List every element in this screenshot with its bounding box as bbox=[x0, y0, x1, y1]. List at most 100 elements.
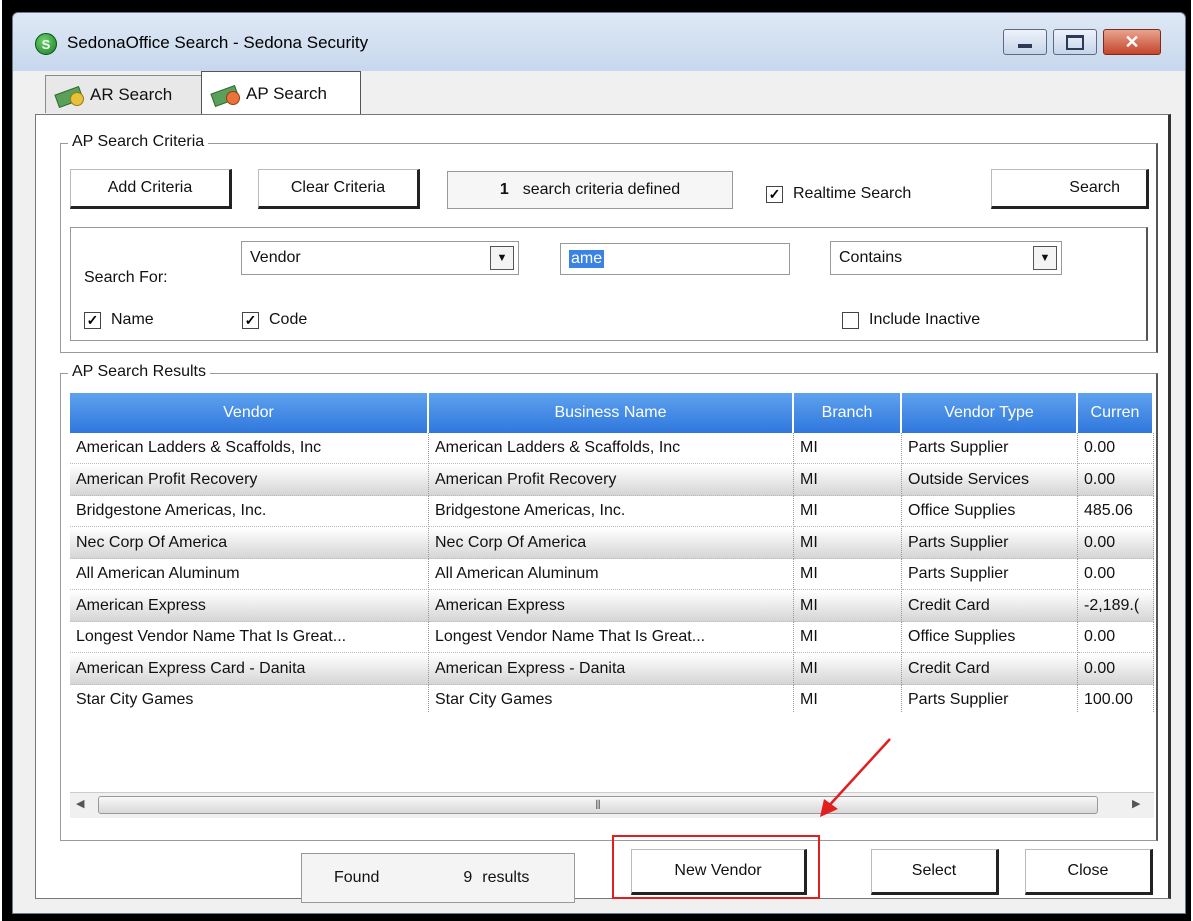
sedona-app-icon: S bbox=[35, 33, 57, 55]
checkbox-unchecked-icon bbox=[842, 311, 859, 329]
search-button[interactable]: Search bbox=[991, 169, 1149, 209]
table-cell: MI bbox=[794, 559, 902, 590]
table-row[interactable]: Longest Vendor Name That Is Great... Long… bbox=[70, 622, 1154, 653]
search-for-label: Search For: bbox=[84, 269, 168, 286]
results-count-display: Found 9 results bbox=[301, 853, 575, 903]
table-row[interactable]: All American Aluminum All American Alumin… bbox=[70, 559, 1154, 590]
table-cell: Credit Card bbox=[902, 653, 1078, 685]
title-bar[interactable]: S SedonaOffice Search - Sedona Security … bbox=[13, 13, 1185, 71]
column-header[interactable]: Branch bbox=[794, 393, 902, 433]
add-criteria-button[interactable]: Add Criteria bbox=[70, 169, 232, 209]
results-grid[interactable]: Vendor Business Name Branch Vendor Type Curr… bbox=[70, 393, 1154, 713]
annotation-arrow-icon bbox=[820, 738, 891, 817]
criteria-count-display: 1 search criteria defined bbox=[447, 171, 733, 209]
table-cell: American Profit Recovery bbox=[70, 464, 429, 496]
table-cell: Longest Vendor Name That Is Great... bbox=[429, 622, 794, 653]
money-icon bbox=[54, 84, 84, 108]
found-label: Found bbox=[334, 869, 380, 886]
chevron-down-icon[interactable]: ▼ bbox=[490, 246, 514, 270]
table-cell: 0.00 bbox=[1078, 653, 1154, 685]
table-row[interactable]: American Express Card - Danita American E… bbox=[70, 653, 1154, 685]
table-cell: MI bbox=[794, 653, 902, 685]
table-row[interactable]: Bridgestone Americas, Inc. Bridgestone Am… bbox=[70, 496, 1154, 527]
criteria-count-text: search criteria defined bbox=[522, 181, 681, 198]
table-cell: MI bbox=[794, 496, 902, 527]
table-cell: Office Supplies bbox=[902, 622, 1078, 653]
table-cell: Office Supplies bbox=[902, 496, 1078, 527]
table-cell: American Ladders & Scaffolds, Inc bbox=[429, 433, 794, 464]
table-cell: Star City Games bbox=[70, 685, 429, 713]
code-checkbox-label: Code bbox=[269, 311, 308, 328]
search-text-value: ame bbox=[569, 250, 605, 268]
table-cell: All American Aluminum bbox=[70, 559, 429, 590]
table-cell: American Profit Recovery bbox=[429, 464, 794, 496]
scroll-left-icon[interactable]: ◀ bbox=[76, 797, 84, 810]
table-cell: Star City Games bbox=[429, 685, 794, 713]
table-cell: MI bbox=[794, 590, 902, 622]
table-cell: Bridgestone Americas, Inc. bbox=[429, 496, 794, 527]
table-cell: MI bbox=[794, 433, 902, 464]
checkbox-checked-icon: ✓ bbox=[766, 185, 783, 203]
table-cell: -2,189.( bbox=[1078, 590, 1154, 622]
table-row[interactable]: American Ladders & Scaffolds, Inc America… bbox=[70, 433, 1154, 464]
table-cell: American Express - Danita bbox=[429, 653, 794, 685]
close-button[interactable]: Close bbox=[1025, 849, 1153, 895]
tab-ar-search[interactable]: AR Search bbox=[45, 75, 205, 113]
table-cell: 0.00 bbox=[1078, 527, 1154, 559]
realtime-search-checkbox[interactable]: ✓ Realtime Search bbox=[766, 185, 911, 203]
table-cell: Nec Corp Of America bbox=[429, 527, 794, 559]
scroll-thumb[interactable]: ⦀ bbox=[98, 796, 1098, 814]
checkbox-checked-icon: ✓ bbox=[242, 311, 259, 329]
minimize-button[interactable] bbox=[1003, 29, 1047, 55]
include-inactive-checkbox[interactable]: Include Inactive bbox=[842, 311, 980, 329]
horizontal-scrollbar[interactable]: ◀ ⦀ ▶ bbox=[70, 792, 1154, 818]
table-cell: 0.00 bbox=[1078, 559, 1154, 590]
scroll-right-icon[interactable]: ▶ bbox=[1132, 797, 1140, 810]
table-cell: American Express bbox=[70, 590, 429, 622]
clear-criteria-button[interactable]: Clear Criteria bbox=[258, 169, 420, 209]
minimize-icon bbox=[1018, 44, 1032, 48]
match-type-dropdown[interactable]: Contains ▼ bbox=[830, 241, 1062, 275]
column-header[interactable]: Vendor Type bbox=[902, 393, 1078, 433]
table-cell: Parts Supplier bbox=[902, 433, 1078, 464]
table-cell: MI bbox=[794, 527, 902, 559]
column-header[interactable]: Business Name bbox=[429, 393, 794, 433]
table-row[interactable]: Nec Corp Of America Nec Corp Of America MI… bbox=[70, 527, 1154, 559]
column-header[interactable]: Curren bbox=[1078, 393, 1154, 433]
tab-ap-search[interactable]: AP Search bbox=[201, 71, 361, 115]
table-cell: 0.00 bbox=[1078, 464, 1154, 496]
table-cell: American Express Card - Danita bbox=[70, 653, 429, 685]
table-cell: MI bbox=[794, 464, 902, 496]
table-cell: Longest Vendor Name That Is Great... bbox=[70, 622, 429, 653]
table-cell: Outside Services bbox=[902, 464, 1078, 496]
tab-label: AP Search bbox=[246, 83, 327, 103]
table-cell: MI bbox=[794, 622, 902, 653]
table-cell: Parts Supplier bbox=[902, 527, 1078, 559]
table-cell: Nec Corp Of America bbox=[70, 527, 429, 559]
table-cell: 100.00 bbox=[1078, 685, 1154, 713]
name-checkbox[interactable]: ✓ Name bbox=[84, 311, 154, 329]
table-cell: Parts Supplier bbox=[902, 685, 1078, 713]
search-text-input[interactable]: ame bbox=[560, 243, 790, 275]
search-for-dropdown[interactable]: Vendor ▼ bbox=[241, 241, 519, 275]
search-for-value: Vendor bbox=[250, 249, 301, 266]
table-cell: 0.00 bbox=[1078, 622, 1154, 653]
window-title: SedonaOffice Search - Sedona Security bbox=[67, 33, 369, 52]
table-row[interactable]: American Profit Recovery American Profit … bbox=[70, 464, 1154, 496]
select-button[interactable]: Select bbox=[871, 849, 999, 895]
column-header[interactable]: Vendor bbox=[70, 393, 429, 433]
close-window-button[interactable]: ✕ bbox=[1103, 29, 1161, 55]
found-count: 9 bbox=[463, 869, 473, 886]
table-row[interactable]: Star City Games Star City Games MI Parts Su… bbox=[70, 685, 1154, 713]
grip-icon: ⦀ bbox=[595, 797, 601, 812]
close-icon: ✕ bbox=[1124, 32, 1140, 52]
table-row[interactable]: American Express American Express MI Credit… bbox=[70, 590, 1154, 622]
chevron-down-icon[interactable]: ▼ bbox=[1033, 246, 1057, 270]
table-cell: 0.00 bbox=[1078, 433, 1154, 464]
code-checkbox[interactable]: ✓ Code bbox=[242, 311, 307, 329]
tab-label: AR Search bbox=[90, 84, 173, 104]
money-icon bbox=[210, 83, 240, 107]
maximize-button[interactable] bbox=[1053, 29, 1097, 55]
checkbox-checked-icon: ✓ bbox=[84, 311, 101, 329]
table-cell: Bridgestone Americas, Inc. bbox=[70, 496, 429, 527]
